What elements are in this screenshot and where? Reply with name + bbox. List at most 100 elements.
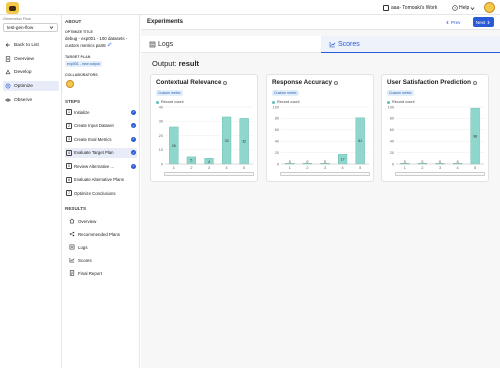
document-icon — [5, 56, 11, 62]
nav-develop[interactable]: Develop — [3, 67, 59, 77]
nav-back-to-list[interactable]: Back to List — [3, 40, 59, 50]
x-tick-label: 3 — [439, 166, 441, 170]
y-tick-label: 10 — [159, 148, 163, 152]
chart-range-slider[interactable] — [164, 172, 254, 176]
step-item[interactable]: 6 Evaluate Alternative Plans — [65, 175, 137, 185]
report-icon — [69, 270, 75, 276]
step-label: Review Alternative ... — [74, 163, 115, 169]
step-item[interactable]: 7 Optimize Conclusions — [65, 188, 137, 198]
optimize-icon — [5, 83, 11, 89]
check-icon: ✓ — [131, 163, 136, 169]
bar-chart: 02040608010001020304985 — [388, 105, 484, 170]
prev-label: Prev — [451, 20, 461, 25]
chart-line-icon — [329, 41, 336, 47]
metric-type-badge: Custom metric — [156, 90, 183, 96]
bar-value-label: 0 — [457, 160, 459, 164]
bar-value-label: 4 — [208, 160, 210, 164]
logs-icon — [149, 41, 156, 48]
step-item[interactable]: 4 Evaluate Target Plan ✓ — [65, 147, 137, 158]
nav-observe[interactable]: Observe — [3, 95, 59, 105]
x-tick-label: 3 — [208, 166, 210, 170]
chart-range-slider[interactable] — [280, 172, 370, 176]
x-tick-label: 5 — [243, 166, 245, 170]
nav-item-label: Overview — [14, 56, 34, 62]
x-tick-label: 5 — [359, 166, 361, 170]
nav-overview[interactable]: Overview — [3, 54, 59, 64]
metric-chart-card: Response Accuracy Custom metric Record cou… — [266, 74, 374, 182]
chart-title: Contextual Relevance — [156, 79, 228, 86]
chart-title-text: Response Accuracy — [272, 79, 332, 86]
nav-item-label: Optimize — [14, 83, 33, 89]
bar-value-label: 0 — [439, 160, 441, 164]
nodes-icon — [69, 231, 75, 237]
bar-value-label: 98 — [473, 134, 477, 138]
result-overview[interactable]: Overview — [69, 217, 96, 225]
step-item[interactable]: 3 Create Eval Metrics ✓ — [65, 134, 137, 144]
tab-logs[interactable]: Logs — [149, 36, 199, 53]
arrow-left-icon — [5, 43, 10, 47]
step-label: Create Input Dataset — [74, 123, 114, 128]
chevron-down-icon — [49, 26, 54, 30]
info-icon[interactable] — [472, 80, 477, 85]
result-label: Logs — [78, 244, 88, 250]
metric-type-badge: Custom metric — [387, 90, 414, 96]
step-label: Optimize Conclusions — [74, 190, 116, 196]
y-tick-label: 100 — [273, 105, 279, 109]
step-label: Evaluate Alternative Plans — [74, 177, 124, 182]
left-nav: Generation Flow test-gen-flow Back to Li… — [0, 15, 62, 368]
experiment-panel: ABOUT OPTIMIZE TITLE debug - exp001 - 10… — [62, 15, 140, 368]
info-icon[interactable] — [333, 80, 338, 85]
app-logo[interactable] — [6, 2, 19, 14]
check-icon: ✓ — [131, 136, 136, 142]
y-tick-label: 20 — [390, 151, 394, 155]
prev-button[interactable]: Prev — [445, 18, 460, 27]
y-tick-label: 20 — [275, 151, 279, 155]
flow-select-value: test-gen-flow — [7, 25, 34, 30]
flow-select[interactable]: test-gen-flow — [3, 23, 58, 32]
step-number: 6 — [66, 176, 72, 183]
x-tick-label: 4 — [342, 166, 344, 170]
flow-label: Generation Flow — [3, 17, 31, 21]
develop-icon — [5, 69, 11, 75]
step-number: 2 — [66, 122, 72, 129]
top-bar: aaa- Tomoaki's Work ? Help — [0, 0, 500, 15]
bar-value-label: 33 — [225, 139, 229, 143]
tab-label: Scores — [338, 40, 360, 48]
bar-value-label: 5 — [190, 159, 192, 163]
user-avatar[interactable] — [484, 2, 495, 13]
step-label: Initialize — [74, 109, 90, 115]
y-tick-label: 80 — [275, 117, 279, 121]
next-button[interactable]: Next — [473, 17, 494, 27]
edit-icon[interactable] — [107, 41, 112, 47]
help-menu[interactable]: ? Help — [452, 3, 475, 13]
info-icon[interactable] — [223, 80, 228, 85]
step-item[interactable]: 5 Review Alternative ... ✓ — [65, 161, 137, 171]
nav-optimize[interactable]: Optimize — [3, 81, 59, 91]
result-final-report[interactable]: Final Report — [69, 269, 102, 277]
step-number: 4 — [66, 149, 72, 156]
tab-scores[interactable]: Scores — [321, 36, 500, 53]
y-tick-label: 80 — [390, 117, 394, 121]
help-label: Help — [459, 5, 470, 11]
about-heading: ABOUT — [65, 19, 82, 24]
next-label: Next — [475, 19, 486, 25]
result-recommended-plans[interactable]: Recommended Plans — [69, 230, 120, 238]
x-tick-label: 1 — [289, 166, 291, 170]
bar-value-label: 26 — [172, 144, 176, 148]
main-header: Experiments Prev Next — [141, 15, 500, 30]
metric-chart-card: User Satisfaction Prediction Custom metri… — [381, 74, 489, 182]
workspace-switcher[interactable]: aaa- Tomoaki's Work — [383, 3, 437, 13]
y-tick-label: 30 — [159, 120, 163, 124]
bar-chart: 0102030402615243334325 — [159, 105, 253, 170]
y-tick-label: 60 — [275, 128, 279, 132]
result-scores[interactable]: Scores — [69, 256, 92, 264]
chart-range-slider[interactable] — [395, 172, 485, 176]
result-logs[interactable]: Logs — [69, 243, 88, 251]
nav-item-label: Observe — [14, 97, 33, 103]
step-item[interactable]: 2 Create Input Dataset ✓ — [65, 121, 137, 131]
target-plan-badge[interactable]: exp001 - new output — [65, 61, 102, 67]
collaborator-avatar[interactable] — [66, 80, 74, 88]
results-heading: RESULTS — [65, 206, 87, 211]
step-item[interactable]: 1 Initialize ✓ — [65, 107, 137, 117]
x-tick-label: 1 — [173, 166, 175, 170]
